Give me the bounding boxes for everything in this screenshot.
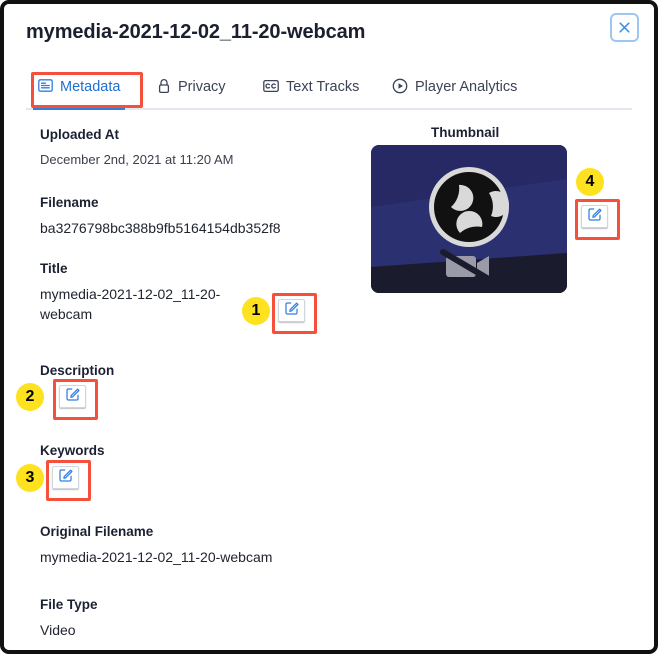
field-filename: Filename ba3276798bc388b9fb5164154db352f…: [40, 194, 281, 238]
step-badge-3: 3: [16, 464, 44, 492]
document-text-icon: [38, 78, 53, 97]
pencil-square-icon: [65, 387, 80, 406]
field-original-filename-value: mymedia-2021-12-02_11-20-webcam: [40, 549, 273, 565]
edit-keywords-button[interactable]: [52, 466, 79, 489]
thumbnail-preview: [371, 145, 567, 293]
pencil-square-icon: [58, 468, 73, 487]
close-button[interactable]: [610, 13, 639, 42]
tab-metadata[interactable]: Metadata: [33, 74, 126, 110]
page-title: mymedia-2021-12-02_11-20-webcam: [26, 21, 366, 43]
step-badge-4: 4: [576, 168, 604, 196]
play-circle-icon: [392, 78, 408, 98]
field-original-filename: Original Filename mymedia-2021-12-02_11-…: [40, 523, 272, 567]
close-icon: [618, 21, 631, 34]
thumbnail-label: Thumbnail: [431, 125, 500, 140]
field-uploaded-at-label: Uploaded At: [40, 127, 119, 142]
tab-privacy-label: Privacy: [178, 79, 226, 96]
tab-text-tracks-label: Text Tracks: [286, 79, 360, 96]
field-title-label: Title: [40, 261, 68, 276]
tab-metadata-label: Metadata: [60, 79, 121, 96]
tab-player-analytics-label: Player Analytics: [415, 79, 518, 96]
field-title: Title mymedia-2021-12-02_11-20-webcam: [40, 260, 255, 324]
step-badge-2: 2: [16, 383, 44, 411]
field-file-type-value: Video: [40, 622, 76, 638]
pencil-square-icon: [284, 301, 299, 320]
lock-icon: [157, 78, 171, 98]
closed-caption-icon: [263, 79, 279, 97]
edit-thumbnail-button[interactable]: [581, 205, 608, 228]
media-details-modal: mymedia-2021-12-02_11-20-webcam Metadata: [4, 4, 654, 650]
field-original-filename-label: Original Filename: [40, 524, 154, 539]
edit-description-button[interactable]: [59, 385, 86, 408]
field-file-type-label: File Type: [40, 597, 98, 612]
field-file-type: File Type Video: [40, 596, 98, 640]
field-title-value: mymedia-2021-12-02_11-20-webcam: [40, 286, 221, 322]
screenshot-root: mymedia-2021-12-02_11-20-webcam Metadata: [0, 0, 658, 654]
tab-text-tracks[interactable]: Text Tracks: [263, 74, 359, 101]
tab-privacy[interactable]: Privacy: [157, 74, 226, 101]
thumbnail-image: [371, 145, 567, 293]
tab-active-underline: [33, 107, 126, 110]
tab-player-analytics[interactable]: Player Analytics: [392, 74, 517, 101]
tab-bar: Metadata Privacy Text Tracks Player Anal…: [26, 70, 632, 110]
step-badge-1: 1: [242, 297, 270, 325]
field-filename-label: Filename: [40, 195, 99, 210]
field-filename-value: ba3276798bc388b9fb5164154db352f8: [40, 220, 281, 236]
field-uploaded-at-value: December 2nd, 2021 at 11:20 AM: [40, 152, 234, 167]
edit-title-button[interactable]: [278, 299, 305, 322]
field-description-label: Description: [40, 363, 115, 378]
field-keywords-label: Keywords: [40, 443, 105, 458]
pencil-square-icon: [587, 207, 602, 226]
field-uploaded-at: Uploaded At December 2nd, 2021 at 11:20 …: [40, 126, 233, 170]
